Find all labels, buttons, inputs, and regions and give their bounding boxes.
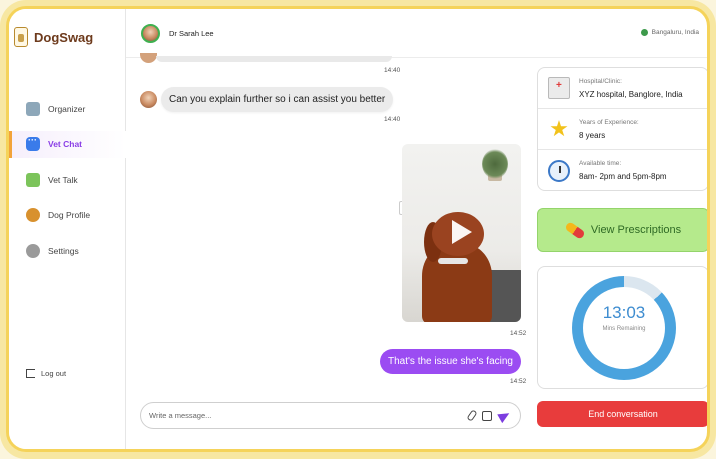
sidebar-item-label: Settings <box>48 245 79 256</box>
location: Bangaluru, India <box>640 29 699 36</box>
received-message: Can you explain further so i can assist … <box>140 87 394 112</box>
timer-value: 13:03 <box>602 303 646 322</box>
message-composer <box>140 402 521 429</box>
attachment-icon[interactable] <box>466 409 478 422</box>
message-time: 14:52 <box>510 330 527 337</box>
end-conversation-button[interactable]: End conversation <box>537 401 707 427</box>
info-row-availability: Available time: 8am- 2pm and 5pm-8pm <box>538 150 707 191</box>
pill-icon <box>564 220 586 240</box>
video-thumbnail-detail <box>482 149 508 179</box>
sidebar-item-vet-talk[interactable]: Vet Talk <box>9 166 126 193</box>
dog-icon <box>26 208 40 222</box>
sidebar-nav: Organizer Vet Chat Vet Talk Dog Profile … <box>9 95 126 273</box>
info-label: Hospital/Clinic: <box>579 77 622 85</box>
message-time: 14:52 <box>510 378 527 385</box>
image-icon[interactable] <box>482 410 492 421</box>
logout-icon <box>26 369 35 378</box>
info-value: 8 years <box>579 130 606 140</box>
hospital-icon <box>548 77 570 99</box>
chat-icon <box>26 135 40 151</box>
message-time: 14:40 <box>384 116 401 123</box>
play-icon[interactable] <box>452 220 472 244</box>
sidebar-item-label: Vet Talk <box>48 174 78 185</box>
gear-icon <box>26 243 40 258</box>
clock-icon <box>548 159 570 182</box>
doctor-name: Dr Sarah Lee <box>169 28 214 38</box>
location-text: Bangaluru, India <box>651 29 699 36</box>
logo[interactable]: DogSwag <box>14 27 93 47</box>
message-input[interactable] <box>149 411 449 420</box>
info-row-experience: ★ Years of Experience: 8 years <box>538 109 707 150</box>
info-label: Years of Experience: <box>579 118 639 126</box>
sent-message-bubble: That's the issue she's facing <box>380 349 521 374</box>
organizer-icon <box>26 101 40 116</box>
details-panel: Hospital/Clinic: XYZ hospital, Banglore,… <box>537 67 707 427</box>
sidebar-item-label: Vet Chat <box>48 139 83 149</box>
doctor-info-card: Hospital/Clinic: XYZ hospital, Banglore,… <box>537 67 707 191</box>
sidebar-item-vet-chat[interactable]: Vet Chat <box>9 130 126 158</box>
message-time: 14:40 <box>384 67 401 74</box>
sidebar-item-settings[interactable]: Settings <box>9 237 126 264</box>
video-icon <box>26 172 40 187</box>
message-bubble-partial <box>156 56 392 62</box>
view-prescriptions-button[interactable]: View Prescriptions <box>537 208 707 252</box>
app-name: DogSwag <box>34 29 94 45</box>
info-value: 8am- 2pm and 5pm-8pm <box>579 172 667 181</box>
timer-card: 13:03 Mins Remaining <box>537 266 707 389</box>
avatar <box>140 91 157 108</box>
star-icon: ★ <box>549 116 569 141</box>
chat-area: 14:40 Can you explain further so i can a… <box>126 53 527 449</box>
sidebar: DogSwag Organizer Vet Chat Vet Talk Dog … <box>9 9 126 449</box>
chat-header: Dr Sarah Lee Bangaluru, India <box>126 9 707 58</box>
sidebar-item-label: Dog Profile <box>48 210 91 220</box>
timer-label: Mins Remaining <box>602 326 646 332</box>
logout-label: Log out <box>41 369 67 378</box>
avatar <box>140 53 157 63</box>
send-icon[interactable] <box>497 408 512 423</box>
prescriptions-label: View Prescriptions <box>590 224 682 236</box>
sidebar-item-organizer[interactable]: Organizer <box>9 95 126 122</box>
info-label: Available time: <box>579 160 622 167</box>
logout-button[interactable]: Log out <box>26 369 66 378</box>
composer-actions <box>466 408 512 423</box>
sidebar-item-label: Organizer <box>48 103 86 114</box>
globe-icon <box>640 29 648 36</box>
message-bubble: Can you explain further so i can assist … <box>161 87 394 112</box>
video-message[interactable] <box>402 144 521 322</box>
app-window: DogSwag Organizer Vet Chat Vet Talk Dog … <box>6 6 710 452</box>
video-thumbnail-dog <box>438 258 468 264</box>
info-row-hospital: Hospital/Clinic: XYZ hospital, Banglore,… <box>538 68 707 109</box>
doctor-avatar[interactable] <box>141 23 160 43</box>
logo-icon <box>14 27 28 47</box>
info-value: XYZ hospital, Banglore, India <box>579 89 683 99</box>
sidebar-item-dog-profile[interactable]: Dog Profile <box>9 202 126 229</box>
